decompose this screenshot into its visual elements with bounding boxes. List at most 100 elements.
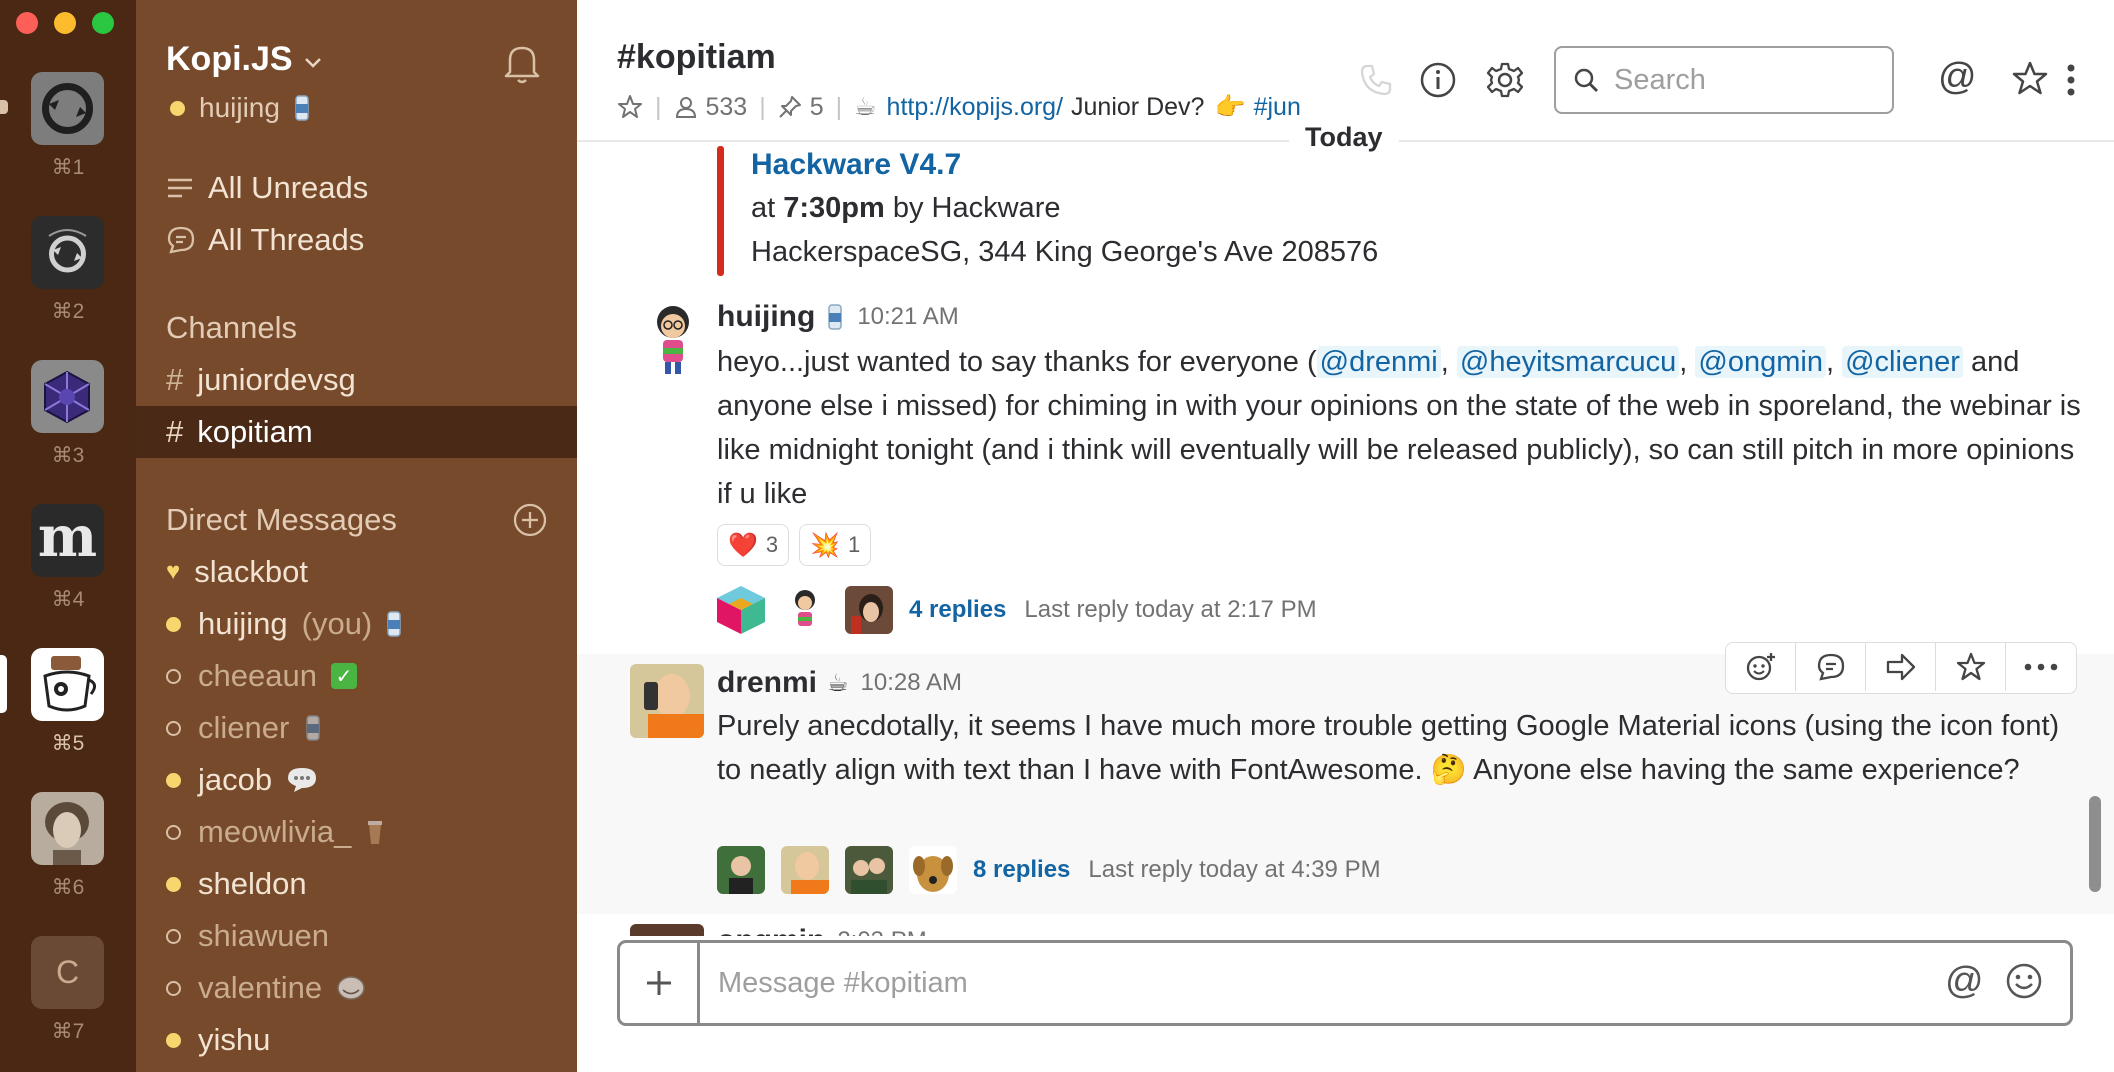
replies-link[interactable]: 8 replies xyxy=(973,856,1070,884)
author-name[interactable]: huijing xyxy=(717,300,815,334)
event-title[interactable]: Hackware V4.7 xyxy=(751,148,961,182)
mention-link[interactable]: @drenmi xyxy=(1316,346,1441,378)
channels-heading[interactable]: Channels xyxy=(136,302,577,354)
dm-cliener[interactable]: cliener xyxy=(136,702,577,754)
current-user[interactable]: huijing xyxy=(170,92,312,124)
minimize-window-button[interactable] xyxy=(54,12,76,34)
sidebar-channel-kopitiam[interactable]: # kopitiam xyxy=(136,406,577,458)
message-placeholder: Message #kopitiam xyxy=(718,966,968,999)
mention-link[interactable]: @ongmin xyxy=(1695,346,1826,378)
dog-avatar-icon xyxy=(909,846,957,894)
member-icon[interactable] xyxy=(674,95,698,119)
workspace-developers[interactable] xyxy=(31,216,104,289)
author-name[interactable]: ongmin xyxy=(717,924,825,936)
all-unreads-label: All Unreads xyxy=(208,170,369,205)
channel-sidebar: Kopi.JS huijing All Unreads All Threads … xyxy=(136,0,577,1072)
dm-shiawuen[interactable]: shiawuen xyxy=(136,910,577,962)
dm-label: shiawuen xyxy=(198,918,329,953)
presence-away-icon xyxy=(166,928,181,944)
workspace-kopijs-1[interactable] xyxy=(31,72,104,145)
add-reaction-button[interactable] xyxy=(1726,643,1796,691)
avatar[interactable] xyxy=(637,300,709,380)
avatar[interactable] xyxy=(630,664,704,738)
dm-label: cliener xyxy=(198,710,290,745)
active-workspace-marker xyxy=(0,655,7,713)
last-reply-time: Last reply today at 4:39 PM xyxy=(1088,856,1381,883)
mention-link[interactable]: @heyitsmarcucu xyxy=(1456,346,1680,378)
message-drenmi: drenmi ☕ 10:28 AM Purely anecdotally, it… xyxy=(577,642,2114,914)
dm-meowlivia[interactable]: meowlivia_ xyxy=(136,806,577,858)
topic-channel-link[interactable]: #jun xyxy=(1254,93,1301,122)
avatar[interactable] xyxy=(630,924,704,936)
star-message-button[interactable] xyxy=(1936,643,2006,691)
sidebar-channel-juniordevsg[interactable]: # juniordevsg xyxy=(136,354,577,406)
message-time[interactable]: 10:21 AM xyxy=(857,303,958,331)
notifications-bell-icon[interactable] xyxy=(502,40,542,84)
user-avatar-icon xyxy=(845,846,893,894)
dm-sheldon[interactable]: sheldon xyxy=(136,858,577,910)
topic-text: Junior Dev? xyxy=(1071,92,1205,121)
thread-summary[interactable]: 4 replies Last reply today at 2:17 PM xyxy=(717,586,1317,634)
more-actions-button[interactable] xyxy=(2006,643,2076,691)
thread-summary[interactable]: 8 replies Last reply today at 4:39 PM xyxy=(717,846,1381,894)
dm-yishu[interactable]: yishu xyxy=(136,1014,577,1066)
message-input[interactable]: Message #kopitiam xyxy=(718,943,1918,1023)
add-dm-icon[interactable] xyxy=(512,502,548,538)
dm-slackbot[interactable]: ♥ slackbot xyxy=(136,546,577,598)
unread-indicator xyxy=(0,100,8,114)
channel-info-icon[interactable] xyxy=(1419,61,1457,99)
share-message-button[interactable] xyxy=(1866,643,1936,691)
channel-meta: | 533 | 5 | ☕ http://kopijs.org/ Junior … xyxy=(617,92,1301,122)
all-unreads-item[interactable]: All Unreads xyxy=(136,162,577,214)
boom-emoji-icon: 💥 xyxy=(810,531,841,559)
dm-valentine[interactable]: valentine xyxy=(136,962,577,1014)
search-placeholder: Search xyxy=(1614,63,1706,96)
member-count[interactable]: 533 xyxy=(706,93,748,122)
reaction-heart[interactable]: ❤️ 3 xyxy=(717,524,790,566)
starred-items-icon[interactable] xyxy=(2011,60,2049,98)
replies-link[interactable]: 4 replies xyxy=(909,596,1006,624)
check-mark-icon: ✓ xyxy=(330,663,357,689)
mention-button[interactable]: @ xyxy=(1945,959,1984,1003)
call-icon[interactable] xyxy=(1358,62,1394,98)
more-vertical-icon[interactable] xyxy=(2065,62,2077,98)
message-time[interactable]: 2:03 PM xyxy=(837,927,926,936)
workspace-portrait[interactable] xyxy=(31,792,104,865)
attach-button[interactable] xyxy=(620,943,700,1023)
workspace-letter: C xyxy=(55,954,80,990)
reaction-boom[interactable]: 💥 1 xyxy=(799,524,872,566)
presence-away-icon xyxy=(166,824,181,840)
channel-title[interactable]: #kopitiam xyxy=(617,38,776,77)
message-time[interactable]: 10:28 AM xyxy=(861,669,962,697)
team-menu[interactable]: Kopi.JS xyxy=(166,40,323,79)
topic-link[interactable]: http://kopijs.org/ xyxy=(887,93,1063,122)
workspace-c[interactable]: C xyxy=(31,936,104,1009)
mention-link[interactable]: @cliener xyxy=(1842,346,1963,378)
emoji-picker-icon[interactable] xyxy=(2004,961,2044,1001)
scrollbar-thumb[interactable] xyxy=(2089,796,2101,892)
maximize-window-button[interactable] xyxy=(92,12,114,34)
add-reaction-icon xyxy=(1746,653,1775,681)
settings-gear-icon[interactable] xyxy=(1485,60,1525,100)
star-icon[interactable] xyxy=(617,94,643,120)
dm-jacob[interactable]: jacob xyxy=(136,754,577,806)
dm-huijing[interactable]: huijing (you) xyxy=(136,598,577,650)
pinned-count[interactable]: 5 xyxy=(810,93,824,122)
dm-label: slackbot xyxy=(194,554,308,589)
pin-icon[interactable] xyxy=(778,95,802,119)
mentions-icon[interactable]: @ xyxy=(1938,56,1977,99)
workspace-m[interactable]: m xyxy=(31,504,104,577)
search-box[interactable]: Search xyxy=(1554,46,1894,114)
all-threads-item[interactable]: All Threads xyxy=(136,214,577,266)
workspace-kopijs-active[interactable] xyxy=(31,648,104,721)
start-thread-button[interactable] xyxy=(1796,643,1866,691)
day-divider: Today xyxy=(1289,122,1399,153)
presence-online-icon xyxy=(170,100,185,116)
channel-header: #kopitiam | 533 | 5 | ☕ http://kopijs.or… xyxy=(577,0,2114,142)
close-window-button[interactable] xyxy=(16,12,38,34)
dm-cheeaun[interactable]: cheeaun ✓ xyxy=(136,650,577,702)
avatar xyxy=(717,846,765,894)
workspace-cube[interactable] xyxy=(31,360,104,433)
author-name[interactable]: drenmi xyxy=(717,666,817,700)
dm-heading[interactable]: Direct Messages xyxy=(136,494,577,546)
